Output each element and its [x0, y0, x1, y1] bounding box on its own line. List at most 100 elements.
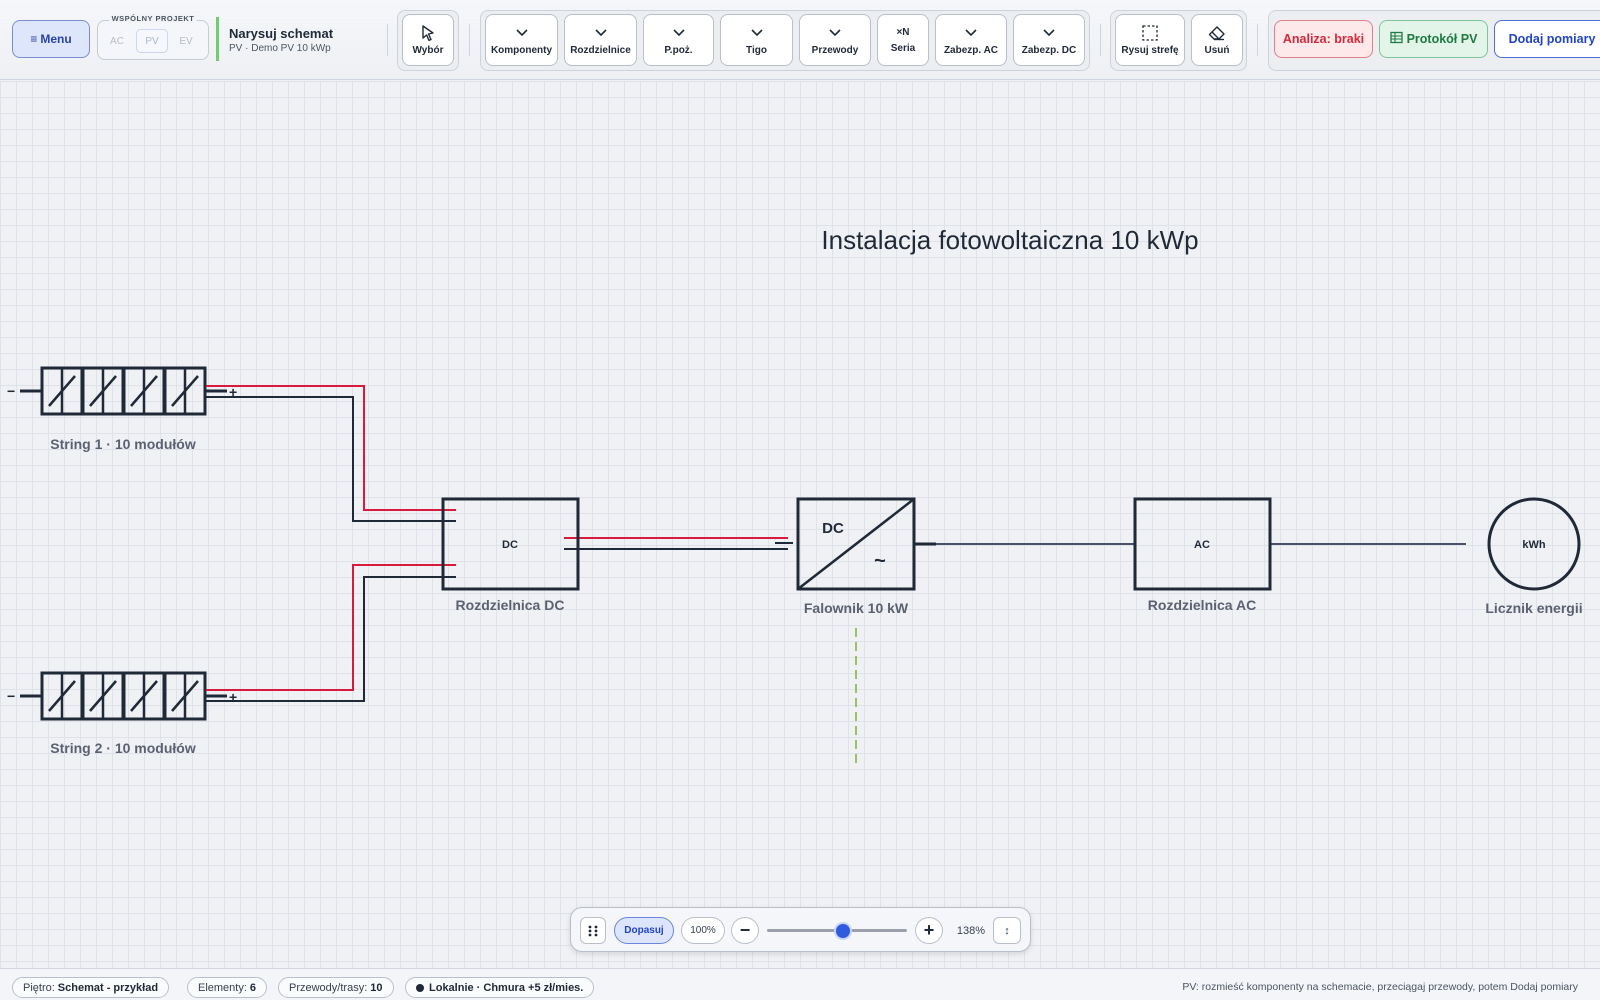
pv-string-1[interactable]: − + — [7, 366, 237, 416]
multiply-n-icon: ×N — [896, 27, 910, 38]
string2-plus: + — [229, 689, 237, 705]
segment-ac[interactable]: AC — [101, 29, 133, 53]
delete-button[interactable]: Usuń — [1191, 14, 1243, 66]
elements-pill: Elementy: 6 — [187, 977, 268, 998]
components-label: Komponenty — [490, 45, 553, 56]
resize-vertical-button[interactable]: ↕ — [993, 917, 1021, 944]
shared-project-label: WSPÓLNY PROJEKT — [108, 14, 198, 23]
menu-button[interactable]: ≡ Menu — [12, 20, 90, 58]
project-title-block: Narysuj schemat PV · Demo PV 10 kWp — [216, 17, 333, 61]
dc-protection-button[interactable]: Zabezp. DC — [1013, 14, 1085, 66]
hint-text: PV: rozmieść komponenty na schemacie, pr… — [1182, 981, 1578, 993]
zoom-reset-button[interactable]: 100% — [681, 917, 725, 944]
zoom-out-button[interactable]: − — [731, 917, 759, 944]
chevron-down-icon — [672, 24, 686, 42]
switchboards-label: Rozdzielnice — [570, 45, 631, 56]
wires-button[interactable]: Przewody — [799, 14, 871, 66]
string1-minus: − — [7, 383, 15, 399]
page-title: Narysuj schemat — [229, 26, 334, 41]
energy-meter[interactable]: kWh — [1487, 497, 1581, 591]
status-dot-icon — [416, 983, 424, 992]
switchboards-button[interactable]: Rozdzielnice — [564, 14, 637, 66]
meter-text: kWh — [1522, 539, 1546, 551]
draw-zone-button[interactable]: Rysuj strefę — [1115, 14, 1185, 66]
dc-box-text: DC — [502, 539, 518, 551]
dc-wires[interactable] — [206, 385, 793, 702]
pv-module — [40, 366, 84, 416]
dashed-square-icon — [1141, 24, 1159, 42]
storage-text: Lokalnie · Chmura +5 zł/mies. — [429, 981, 584, 994]
top-toolbar: ≡ Menu WSPÓLNY PROJEKT AC PV EV Narysuj … — [0, 0, 1600, 80]
fire-protection-label: P.poż. — [664, 45, 693, 56]
protocol-pv-button[interactable]: Protokół PV — [1379, 20, 1488, 58]
chevron-down-icon — [964, 24, 978, 42]
floor-label: Piętro: — [23, 981, 55, 994]
inverter-label: Falownik 10 kW — [804, 600, 909, 616]
string1-label: String 1 · 10 modułów — [50, 436, 196, 452]
diagram-title: Instalacja fotowoltaiczna 10 kWp — [821, 225, 1198, 255]
eraser-icon — [1207, 24, 1227, 42]
inverter[interactable]: DC ~ — [796, 497, 916, 591]
table-icon — [1389, 31, 1403, 47]
wires-count-value: 10 — [370, 981, 383, 994]
chevron-down-icon — [750, 24, 764, 42]
page-subtitle: PV · Demo PV 10 kWp — [229, 43, 331, 54]
pv-module — [81, 671, 125, 721]
meter-label: Licznik energii — [1485, 600, 1582, 616]
select-label: Wybór — [412, 45, 444, 56]
delete-label: Usuń — [1204, 45, 1230, 56]
pv-module — [40, 671, 84, 721]
string2-label: String 2 · 10 modułów — [50, 740, 196, 756]
vertical-arrows-icon: ↕ — [1004, 924, 1010, 937]
menu-label: Menu — [40, 32, 72, 46]
pv-module — [122, 366, 166, 416]
wires-count-label: Przewody/trasy: — [289, 981, 368, 994]
segment-ev[interactable]: EV — [170, 29, 202, 53]
floor-value: Schemat - przykład — [57, 981, 159, 994]
inverter-ac-text: ~ — [874, 550, 886, 572]
string2-minus: − — [7, 688, 15, 704]
ac-protection-button[interactable]: Zabezp. AC — [935, 14, 1007, 66]
fit-button[interactable]: Dopasuj — [614, 917, 674, 944]
components-button[interactable]: Komponenty — [485, 14, 558, 66]
schematic-svg: Instalacja fotowoltaiczna 10 kWp − + Str… — [7, 225, 1583, 763]
analysis-button[interactable]: Analiza: braki — [1274, 20, 1373, 58]
elements-value: 6 — [249, 981, 257, 994]
tigo-label: Tigo — [746, 45, 767, 56]
pv-string-2[interactable]: − + — [7, 671, 237, 721]
dc-box-label: Rozdzielnica DC — [456, 597, 565, 613]
draw-zone-label: Rysuj strefę — [1121, 45, 1179, 56]
fire-protection-button[interactable]: P.poż. — [643, 14, 714, 66]
zoom-toolbar: Dopasuj 100% − + 138% ↕ — [570, 907, 1031, 952]
pv-modules — [40, 671, 207, 721]
select-button[interactable]: Wybór — [402, 14, 454, 66]
elements-label: Elementy: — [198, 981, 247, 994]
series-button[interactable]: ×N Seria — [877, 14, 929, 66]
pv-module — [163, 671, 207, 721]
tigo-button[interactable]: Tigo — [720, 14, 793, 66]
series-label: Seria — [890, 43, 916, 54]
zoom-level: 138% — [956, 924, 986, 937]
storage-pill[interactable]: Lokalnie · Chmura +5 zł/mies. — [405, 977, 595, 998]
zoom-slider-thumb[interactable] — [834, 922, 853, 940]
grip-dots-icon — [588, 925, 598, 936]
pv-module — [163, 366, 207, 416]
floor-pill[interactable]: Piętro: Schemat - przykład — [12, 977, 170, 998]
dc-protection-label: Zabezp. DC — [1021, 45, 1077, 56]
chevron-down-icon — [1042, 24, 1056, 42]
zoom-in-button[interactable]: + — [915, 917, 943, 944]
ac-distribution-box[interactable]: AC — [1133, 497, 1272, 591]
hamburger-icon: ≡ — [30, 32, 38, 46]
inverter-dc-text: DC — [822, 520, 844, 537]
add-measurements-button[interactable]: Dodaj pomiary — [1494, 20, 1600, 58]
schematic-canvas[interactable]: Instalacja fotowoltaiczna 10 kWp − + Str… — [0, 81, 1600, 968]
protocol-pv-label: Protokół PV — [1406, 32, 1478, 46]
dc-distribution-box[interactable]: DC — [441, 497, 580, 591]
chevron-down-icon — [828, 24, 842, 42]
drag-handle[interactable] — [580, 917, 606, 944]
pv-module — [81, 366, 125, 416]
zoom-slider[interactable] — [767, 921, 907, 941]
chevron-down-icon — [594, 24, 608, 42]
segment-pv[interactable]: PV — [136, 29, 168, 53]
pv-modules — [40, 366, 207, 416]
